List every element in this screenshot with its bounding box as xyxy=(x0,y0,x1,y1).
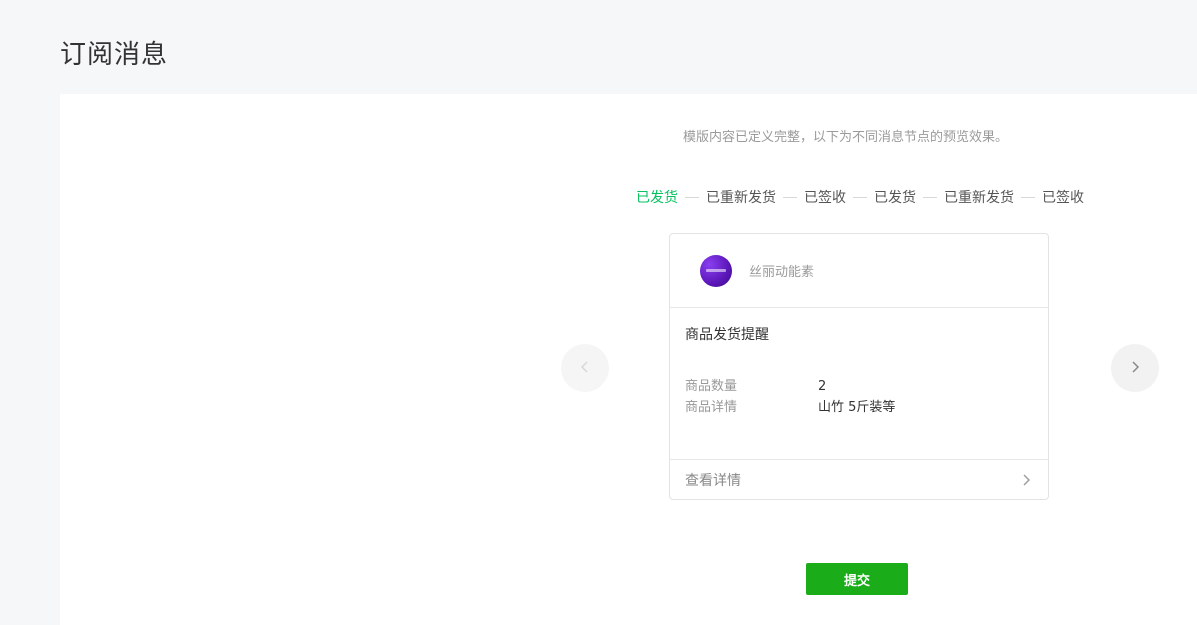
step-received[interactable]: 已签收 xyxy=(804,187,846,207)
step-divider xyxy=(923,196,937,198)
account-name: 丝丽动能素 xyxy=(749,265,815,280)
view-details-link[interactable]: 查看详情 xyxy=(670,459,1048,499)
step-divider xyxy=(853,196,867,198)
step-reshipped-2[interactable]: 已重新发货 xyxy=(944,187,1014,207)
step-shipped[interactable]: 已发货 xyxy=(636,187,678,207)
avatar xyxy=(700,254,732,287)
submit-button[interactable]: 提交 xyxy=(806,563,908,595)
preview-hint: 模版内容已定义完整，以下为不同消息节点的预览效果。 xyxy=(682,130,1008,145)
field-row: 商品数量 2 xyxy=(685,376,1033,397)
field-list: 商品数量 2 商品详情 山竹 5斤装等 xyxy=(685,376,1033,418)
chevron-left-icon xyxy=(578,359,592,378)
main-panel: 模版内容已定义完整，以下为不同消息节点的预览效果。 已发货 已重新发货 已签收 … xyxy=(60,94,1197,625)
step-received-2[interactable]: 已签收 xyxy=(1042,187,1084,207)
view-details-label: 查看详情 xyxy=(685,472,741,489)
prev-button[interactable] xyxy=(561,344,609,392)
field-label: 商品数量 xyxy=(685,379,738,394)
next-button[interactable] xyxy=(1111,344,1159,392)
chevron-right-icon xyxy=(1021,473,1033,487)
field-value: 2 xyxy=(818,379,827,394)
step-shipped-2[interactable]: 已发货 xyxy=(874,187,916,207)
chevron-right-icon xyxy=(1128,359,1142,378)
card-body: 商品发货提醒 商品数量 2 商品详情 山竹 5斤装等 xyxy=(670,308,1048,446)
step-reshipped[interactable]: 已重新发货 xyxy=(706,187,776,207)
field-label: 商品详情 xyxy=(685,400,738,415)
step-divider xyxy=(685,196,699,198)
card-header: 丝丽动能素 xyxy=(670,234,1048,308)
message-preview-card: 丝丽动能素 商品发货提醒 商品数量 2 商品详情 山竹 5斤装等 查看详情 xyxy=(669,233,1049,500)
field-value: 山竹 5斤装等 xyxy=(818,400,896,415)
field-row: 商品详情 山竹 5斤装等 xyxy=(685,397,1033,418)
card-title: 商品发货提醒 xyxy=(685,327,769,343)
step-divider xyxy=(1021,196,1035,198)
page-title: 订阅消息 xyxy=(60,40,169,70)
step-divider xyxy=(783,196,797,198)
message-node-steps: 已发货 已重新发货 已签收 已发货 已重新发货 已签收 xyxy=(636,187,1084,207)
